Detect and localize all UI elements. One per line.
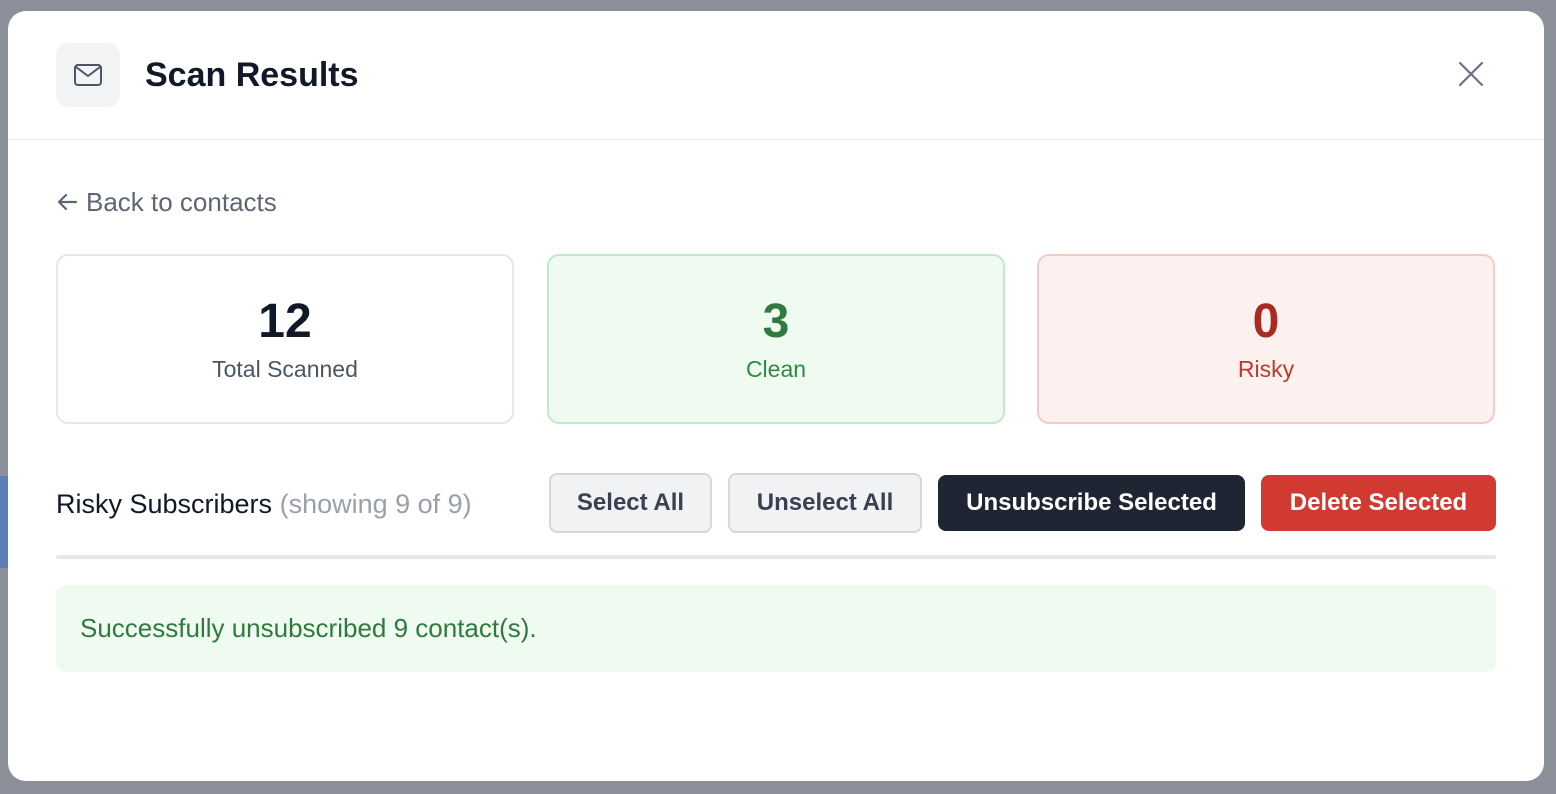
modal-title: Scan Results (145, 56, 359, 94)
mail-icon (56, 43, 120, 107)
back-link-label: Back to contacts (86, 187, 277, 217)
unselect-all-button[interactable]: Unselect All (728, 473, 922, 533)
close-icon (1458, 61, 1484, 87)
section-divider (56, 555, 1496, 559)
arrow-left-icon (57, 193, 78, 211)
back-to-contacts-link[interactable]: Back to contacts (56, 186, 277, 218)
success-message: Successfully unsubscribed 9 contact(s). (56, 585, 1496, 672)
total-scanned-label: Total Scanned (212, 356, 358, 382)
risky-subscribers-title: Risky Subscribers (56, 489, 273, 519)
total-scanned-card: 12 Total Scanned (56, 254, 514, 424)
close-button[interactable] (1454, 57, 1488, 91)
modal-header: Scan Results (8, 11, 1544, 140)
risky-label: Risky (1237, 356, 1295, 382)
unsubscribe-selected-button[interactable]: Unsubscribe Selected (938, 475, 1245, 531)
risky-value: 0 (1252, 295, 1280, 348)
clean-card: 3 Clean (547, 254, 1005, 424)
clean-value: 3 (762, 295, 790, 348)
showing-count: (showing 9 of 9) (279, 489, 472, 519)
risky-card: 0 Risky (1037, 254, 1495, 424)
risky-subscribers-heading: Risky Subscribers (showing 9 of 9) (56, 487, 472, 521)
select-all-button[interactable]: Select All (549, 473, 712, 533)
total-scanned-value: 12 (258, 295, 312, 348)
clean-label: Clean (745, 356, 807, 382)
delete-selected-button[interactable]: Delete Selected (1261, 475, 1496, 531)
background-accent (0, 476, 8, 568)
scan-results-modal: Scan Results Back to contacts 12 Total S… (8, 11, 1544, 781)
